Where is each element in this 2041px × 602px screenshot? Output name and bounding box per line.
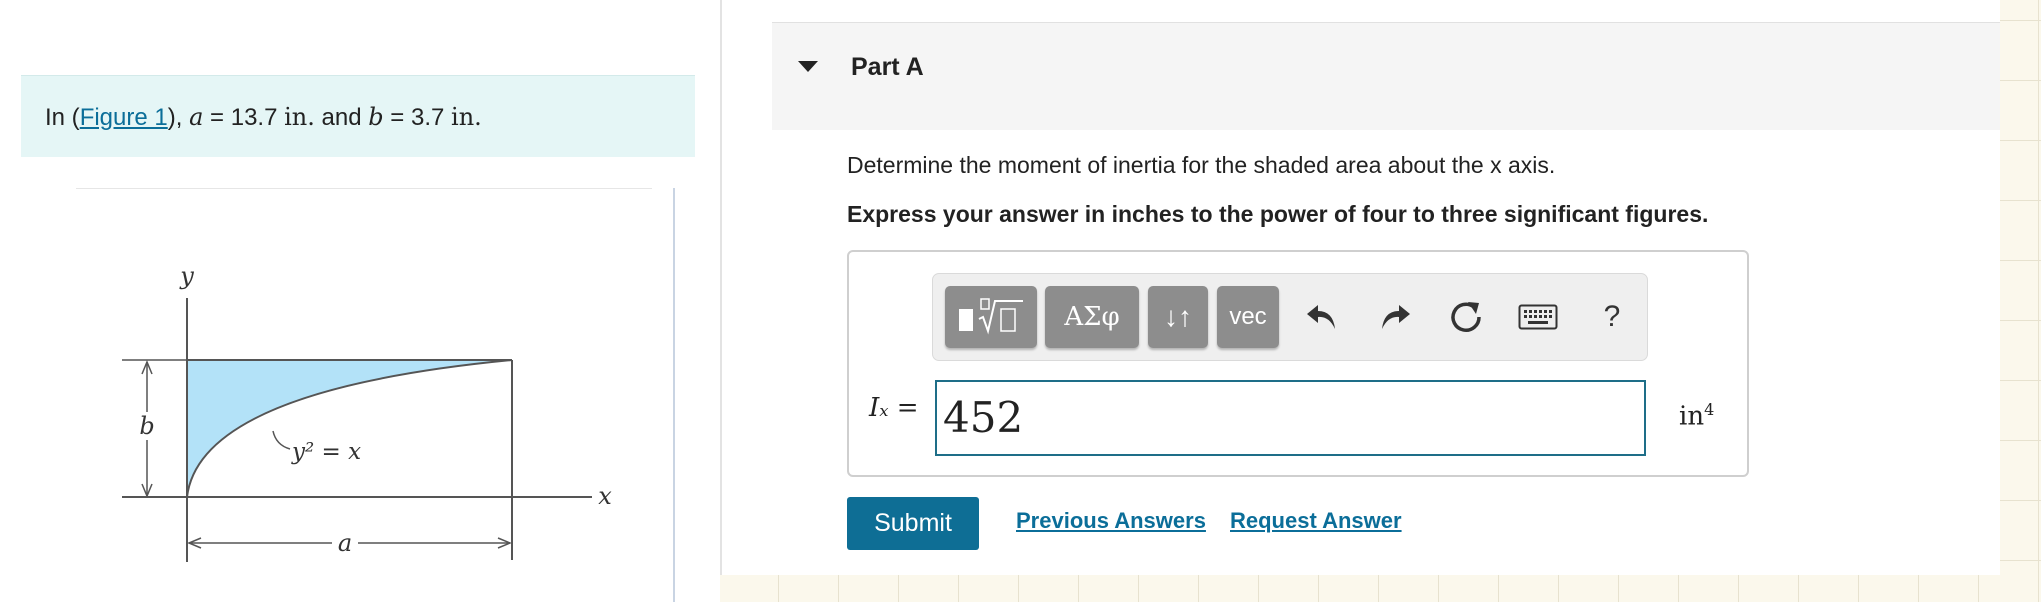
problem-panel: In (Figure 1), a = 13.7 in. and b = 3.7 … (0, 0, 720, 602)
given-prefix: In ( (45, 104, 80, 131)
reset-button[interactable] (1441, 288, 1491, 346)
given-after-link: ), (167, 104, 190, 131)
b-symbol: b (368, 103, 384, 131)
request-answer-link[interactable]: Request Answer (1230, 508, 1402, 534)
given-values: In (Figure 1), a = 13.7 in. and b = 3.7 … (21, 75, 695, 157)
b-unit: in. (451, 103, 482, 131)
arrows-button[interactable]: ↓↑ (1148, 286, 1208, 348)
unit-exponent: 4 (1704, 400, 1715, 419)
collapse-caret-icon[interactable] (798, 61, 818, 72)
answer-input[interactable]: 452 (935, 380, 1646, 456)
figure-1: b a y x y² = x (110, 250, 630, 575)
keyboard-icon (1518, 304, 1558, 330)
variable-label: Iₓ = (869, 393, 919, 423)
x-axis-label: x (598, 482, 612, 510)
undo-icon (1307, 305, 1335, 329)
reset-icon (1451, 302, 1481, 332)
help-button[interactable]: ? (1587, 288, 1637, 346)
question-text: Determine the moment of inertia for the … (847, 152, 1556, 178)
greek-symbols-button[interactable]: ΑΣφ (1045, 286, 1139, 348)
y-axis-label: y (179, 262, 194, 290)
previous-answers-link[interactable]: Previous Answers (1016, 508, 1206, 534)
keyboard-button[interactable] (1513, 288, 1563, 346)
a-unit: in. (284, 103, 315, 131)
figure-top-divider (76, 188, 652, 189)
curve-leader-line (272, 430, 291, 450)
math-toolbar: ΑΣφ ↓↑ vec ? (932, 273, 1648, 361)
figure-diagram: b a y x y² = x (122, 262, 612, 562)
part-header[interactable]: Part A (772, 22, 2000, 130)
vector-button[interactable]: vec (1217, 286, 1279, 348)
redo-icon (1382, 305, 1410, 329)
answer-container: ΑΣφ ↓↑ vec ? Iₓ = 452 in4 (847, 250, 1749, 477)
curve-equation-label: y² = x (291, 439, 361, 465)
a-symbol: a (189, 103, 204, 131)
templates-button[interactable] (945, 286, 1037, 348)
b-dimension-label: b (139, 412, 154, 440)
templates-icon (959, 298, 1023, 335)
a-equals: = 13.7 (203, 104, 285, 131)
instruction-text: Express your answer in inches to the pow… (847, 201, 1709, 227)
figure-link[interactable]: Figure 1 (80, 104, 168, 131)
unit-label: in4 (1679, 400, 1714, 432)
b-equals: = 3.7 (383, 104, 452, 131)
a-dimension-label: a (338, 529, 352, 557)
undo-button[interactable] (1297, 288, 1347, 346)
and-text: and (314, 104, 369, 131)
part-title: Part A (851, 53, 924, 81)
figure-scrollbar[interactable] (673, 188, 675, 602)
redo-button[interactable] (1370, 288, 1420, 346)
submit-button[interactable]: Submit (847, 497, 979, 550)
unit-base: in (1679, 401, 1705, 432)
